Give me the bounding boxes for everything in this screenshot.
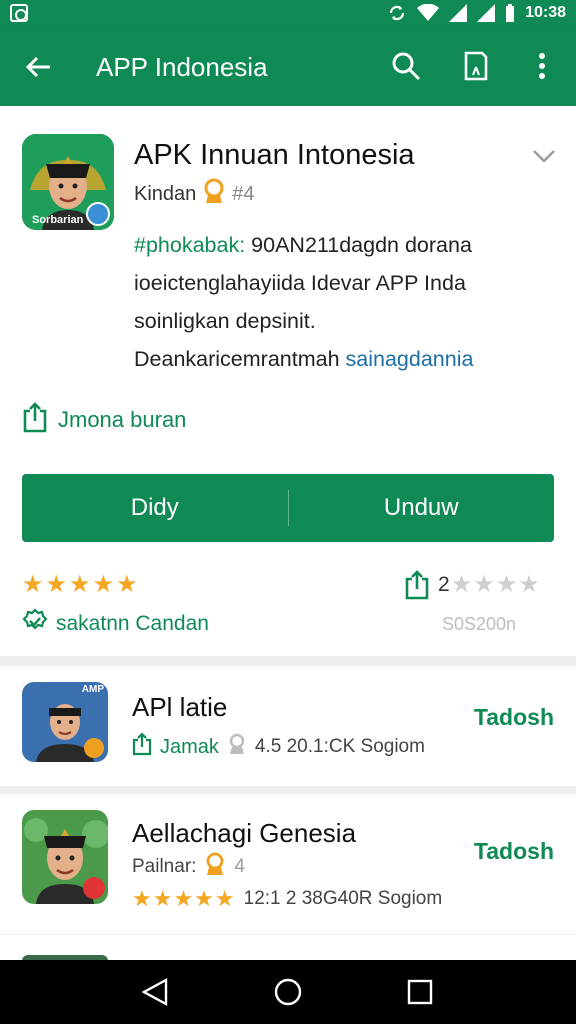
download-button[interactable]: Unduw <box>289 474 555 542</box>
app-description: #phokabak: 90AN211dagdn dorana ioeicteng… <box>134 226 554 378</box>
list-app-developer-row: Pailnar: 4 <box>132 852 245 882</box>
share-label: Jmona buran <box>58 407 187 432</box>
list-app-stats: 12:1 2 38G40R Sogiom <box>243 888 443 909</box>
home-circle-icon[interactable] <box>270 976 306 1008</box>
app-title: APK Innuan Intonesia <box>134 139 415 171</box>
notification-icon <box>10 4 28 22</box>
chevron-down-icon[interactable] <box>530 146 558 166</box>
page-title: APP Indonesia <box>96 52 268 82</box>
didy-button[interactable]: Didy <box>22 474 288 542</box>
rating-stars: ★ ★ ★ ★ ★ <box>22 572 138 598</box>
description-line4: Deankaricemrantmah <box>134 347 346 371</box>
list-app-icon-tag: AMP <box>81 684 104 695</box>
star-icon: ★ <box>45 571 68 598</box>
list-app-title: Aellachagi Genesia <box>132 818 357 848</box>
back-triangle-icon[interactable] <box>138 976 174 1008</box>
status-time: 10:38 <box>525 4 566 21</box>
star-empty-icon: ★ <box>495 571 518 598</box>
app-icon-label: Sorbarian <box>32 214 84 226</box>
saved-row[interactable]: sakatnn Candan <box>22 608 209 640</box>
more-options-icon[interactable] <box>524 48 560 84</box>
search-icon[interactable] <box>388 48 424 84</box>
star-icon: ★ <box>116 571 138 598</box>
star-empty-icon: ★ <box>473 571 495 598</box>
recents-square-icon[interactable] <box>402 976 438 1008</box>
list-app-developer: Pailnar: <box>132 856 197 877</box>
star-empty-icon: ★ <box>518 571 540 598</box>
share-button[interactable]: Jmona buran <box>22 402 186 438</box>
wifi-icon <box>417 4 440 22</box>
list-app-title: APl latie <box>132 692 228 722</box>
share-icon-2[interactable] <box>404 570 430 600</box>
description-line1: 90AN211dagdn dorana <box>245 233 472 257</box>
signal-icon-2 <box>477 4 496 22</box>
star-empty-icon: ★ <box>450 571 473 598</box>
rating-count: 2 <box>438 572 450 596</box>
description-hashtag[interactable]: #phokabak: <box>134 233 245 257</box>
description-link[interactable]: sainagdannia <box>346 347 474 371</box>
section-divider <box>0 656 576 666</box>
list-app-icon: AMP <box>22 682 108 762</box>
list-app-meta: ★★★★★ 12:1 2 38G40R Sogiom <box>132 886 442 912</box>
app-bar: APP Indonesia <box>0 26 576 106</box>
developer-name[interactable]: Kindan <box>134 183 196 206</box>
list-app-meta: Jamak 4.5 20.1:CK Sogiom <box>132 732 425 762</box>
award-icon <box>202 178 226 210</box>
list-item-partial <box>0 934 576 963</box>
award-icon <box>204 852 226 882</box>
share-icon <box>22 401 48 439</box>
list-app-label: Jamak <box>160 735 219 758</box>
award-icon <box>227 733 247 761</box>
list-app-icon <box>22 810 108 904</box>
saved-label: sakatnn Candan <box>56 612 209 635</box>
share-icon <box>132 732 152 762</box>
developer-rating: #4 <box>232 182 255 205</box>
description-line3: soinligkan depsinit. <box>134 309 316 333</box>
list-app-stats: 4.5 20.1:CK Sogiom <box>254 736 425 757</box>
status-bar: 10:38 <box>0 0 576 26</box>
battery-icon <box>505 4 515 22</box>
rating-summary: 2 ★ ★ ★ ★ <box>438 570 540 599</box>
bookmark-icon[interactable] <box>458 48 494 84</box>
rating-stars: ★★★★★ <box>132 886 236 911</box>
reviews-count: S0S200n <box>442 614 517 634</box>
list-item[interactable]: Aellachagi Genesia Pailnar: 4 ★★★★★ 12:1… <box>0 794 576 934</box>
developer-row: Kindan #4 <box>134 178 255 210</box>
star-icon: ★ <box>69 571 91 598</box>
app-icon: Sorbarian <box>22 134 114 230</box>
install-button[interactable]: Tadosh <box>474 838 554 865</box>
list-item[interactable]: AMP APl latie Jamak 4.5 20.1:CK Sogiom T… <box>0 666 576 786</box>
system-nav-bar <box>0 960 576 1024</box>
verified-check-icon <box>22 608 48 640</box>
back-arrow-icon[interactable] <box>22 50 56 84</box>
signal-icon <box>449 4 468 22</box>
install-button[interactable]: Tadosh <box>474 704 554 731</box>
sync-icon <box>387 4 407 22</box>
star-icon: ★ <box>22 571 44 598</box>
section-divider <box>0 786 576 794</box>
list-app-rating: 4 <box>234 856 245 877</box>
star-icon: ★ <box>92 571 115 598</box>
install-bar: Didy Unduw <box>22 474 554 542</box>
description-line2: ioeictenglahayiida Idevar APP Inda <box>134 271 466 295</box>
verified-badge-icon <box>86 202 110 226</box>
